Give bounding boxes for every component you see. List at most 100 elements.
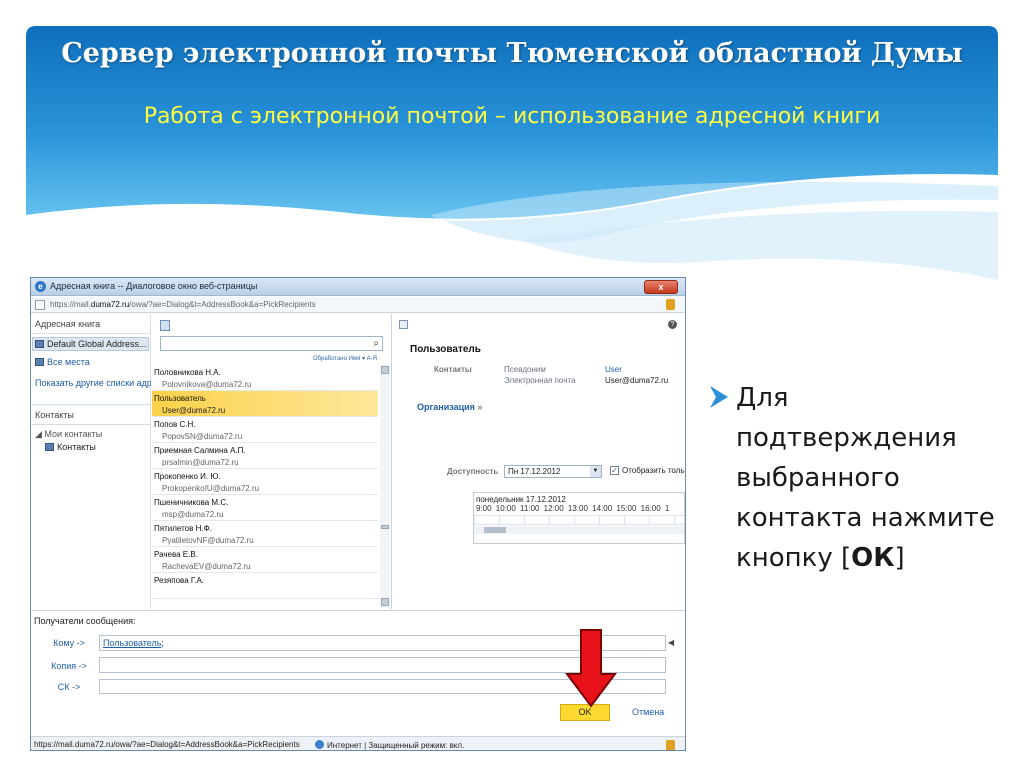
instruction-ok-word: ОК <box>851 543 895 573</box>
collapse-triangle-icon: ◢ <box>35 429 45 439</box>
sort-control[interactable]: Обработано Имя ▾ А-Я <box>313 355 377 362</box>
email-value: User@duma72.ru <box>605 376 669 385</box>
date-select[interactable]: Пн 17.12.2012 ▼ <box>504 465 602 478</box>
contact-list-pane: ⌕ Обработано Имя ▾ А-Я Половникова Н.А. P… <box>152 314 392 609</box>
contact-email: msp@duma72.ru <box>162 510 224 519</box>
contact-email: ProkopenkoIU@duma72.ru <box>162 484 260 493</box>
contact-list: Половникова Н.А. Polovnikova@duma72.ru Пол… <box>152 365 378 609</box>
nav-divider <box>31 333 151 334</box>
working-hours-checkbox[interactable]: ✓ <box>610 466 619 475</box>
address-url[interactable]: https://mail.duma72.ru/owa/?ae=Dialog&t=… <box>50 300 316 309</box>
page-icon <box>35 300 45 310</box>
slide-title: Сервер электронной почты Тюменской облас… <box>61 38 963 69</box>
contact-email: PyatiletovNF@duma72.ru <box>162 536 254 545</box>
organization-label: Организация <box>417 402 475 412</box>
contact-list-item[interactable]: Пользователь User@duma72.ru <box>152 391 378 417</box>
security-zone-label: Интернет | Защищенный режим: вкл. <box>327 741 465 750</box>
nav-item-contacts-folder[interactable]: Контакты <box>45 442 96 452</box>
list-view-icon[interactable] <box>160 320 170 331</box>
nav-item-my-contacts[interactable]: ◢ Мои контакты <box>35 429 102 440</box>
help-icon[interactable]: ? <box>668 320 677 329</box>
ie-icon: e <box>35 281 46 292</box>
contact-name: Пшеничникова М.С. <box>154 498 229 507</box>
schedule-grid <box>474 515 684 525</box>
window-title: Адресная книга -- Диалоговое окно веб-ст… <box>50 281 258 291</box>
contact-list-item[interactable]: Прокопенко И. Ю. ProkopenkoIU@duma72.ru <box>152 469 378 495</box>
contact-list-item[interactable]: Рачева Е.В. RachevaEV@duma72.ru <box>152 547 378 573</box>
contact-list-item[interactable]: Резяпова Г.А. <box>152 573 378 599</box>
availability-schedule: понедельник 17.12.2012 9:00 10:00 11:00 … <box>473 492 685 544</box>
nav-item-label: Default Global Address... <box>47 339 147 349</box>
contact-list-scrollbar[interactable] <box>380 365 390 608</box>
nav-divider <box>31 404 151 405</box>
globe-icon <box>315 740 324 749</box>
contact-search-input[interactable]: ⌕ <box>160 336 383 351</box>
url-domain: duma72.ru <box>90 300 130 309</box>
contact-list-item[interactable]: Пшеничникова М.С. msp@duma72.ru <box>152 495 378 521</box>
instruction-text: Для подтверждения выбранного контакта на… <box>736 378 1006 578</box>
contacts-folder-icon <box>45 443 54 451</box>
search-icon[interactable]: ⌕ <box>373 338 379 349</box>
working-hours-label: Отобразить только ра <box>622 466 685 475</box>
bcc-button[interactable]: СК -> <box>39 682 99 692</box>
nav-item-all-places[interactable]: Все места <box>35 357 90 367</box>
cc-button[interactable]: Копия -> <box>39 661 99 671</box>
nav-item-label: Контакты <box>57 442 96 452</box>
nav-divider <box>31 424 151 425</box>
url-path: /owa/?ae=Dialog&t=AddressBook&a=PickReci… <box>129 300 316 309</box>
slide-subtitle: Работа с электронной почтой – использова… <box>143 104 881 129</box>
contact-card-icon <box>399 320 408 329</box>
address-bar: https://mail.duma72.ru/owa/?ae=Dialog&t=… <box>31 297 685 313</box>
to-recipient[interactable]: Пользователь <box>103 638 161 648</box>
contact-name: Пятилетов Н.Ф. <box>154 524 212 533</box>
triangle-left-icon[interactable]: ◀ <box>668 638 674 647</box>
lock-icon <box>666 740 675 750</box>
url-host: https://mail. <box>50 300 91 309</box>
scroll-thumb[interactable] <box>381 525 389 529</box>
contact-name: Попов С.Н. <box>154 420 196 429</box>
contact-email: RachevaEV@duma72.ru <box>162 562 251 571</box>
alias-value: User <box>605 365 622 374</box>
red-arrow-icon <box>565 629 617 708</box>
contact-title: Пользователь <box>410 344 481 355</box>
contact-name: Половникова Н.А. <box>154 368 221 377</box>
address-book-icon <box>35 340 44 348</box>
status-url: https://mail.duma72.ru/owa/?ae=Dialog&t=… <box>34 740 300 749</box>
instruction-text-end: ] <box>894 543 905 573</box>
recipients-header: Получатели сообщения: <box>34 616 136 626</box>
contact-name: Пользователь <box>154 394 206 403</box>
contact-email: User@duma72.ru <box>162 406 226 415</box>
chevron-down-icon[interactable]: ▼ <box>590 466 601 477</box>
schedule-scrollbar[interactable] <box>474 526 684 534</box>
scroll-up-button[interactable] <box>381 366 389 374</box>
window-close-button[interactable]: x <box>644 280 678 294</box>
contact-list-item[interactable]: Пятилетов Н.Ф. PyatiletovNF@duma72.ru <box>152 521 378 547</box>
to-button[interactable]: Кому -> <box>39 638 99 648</box>
contact-list-item[interactable]: Попов С.Н. PopovSN@duma72.ru <box>152 417 378 443</box>
contact-detail-pane: ? Пользователь Контакты Псевдоним User Э… <box>393 314 685 609</box>
cancel-link[interactable]: Отмена <box>632 707 664 717</box>
status-bar: https://mail.duma72.ru/owa/?ae=Dialog&t=… <box>31 736 685 750</box>
security-zone: Интернет | Защищенный режим: вкл. <box>315 740 464 750</box>
email-label: Электронная почта <box>504 376 576 385</box>
contact-email: Polovnikova@duma72.ru <box>162 380 252 389</box>
lock-icon[interactable] <box>666 299 675 310</box>
schedule-hours: 9:00 10:00 11:00 12:00 13:00 14:00 15:00… <box>476 504 670 513</box>
schedule-day: понедельник 17.12.2012 <box>476 495 566 504</box>
contact-email: PopovSN@duma72.ru <box>162 432 243 441</box>
contact-name: Прокопенко И. Ю. <box>154 472 221 481</box>
date-select-value: Пн 17.12.2012 <box>508 467 561 476</box>
contact-list-item[interactable]: Приемная Салмина А.П. prsalmin@duma72.ru <box>152 443 378 469</box>
contact-email: prsalmin@duma72.ru <box>162 458 239 467</box>
contacts-section-label: Контакты <box>434 365 472 374</box>
schedule-scroll-thumb[interactable] <box>484 527 506 533</box>
window-titlebar: e Адресная книга -- Диалоговое окно веб-… <box>31 278 685 296</box>
address-book-nav: Адресная книга Default Global Address...… <box>31 314 151 609</box>
show-other-lists-link[interactable]: Показать другие списки адре <box>35 378 151 388</box>
scroll-down-button[interactable] <box>381 598 389 606</box>
contact-list-item[interactable]: Половникова Н.А. Polovnikova@duma72.ru <box>152 365 378 391</box>
organization-toggle[interactable]: Организация » <box>417 402 482 412</box>
address-book-icon <box>35 358 44 366</box>
nav-item-global-address-list[interactable]: Default Global Address... <box>35 339 149 349</box>
to-separator: ; <box>161 638 164 648</box>
